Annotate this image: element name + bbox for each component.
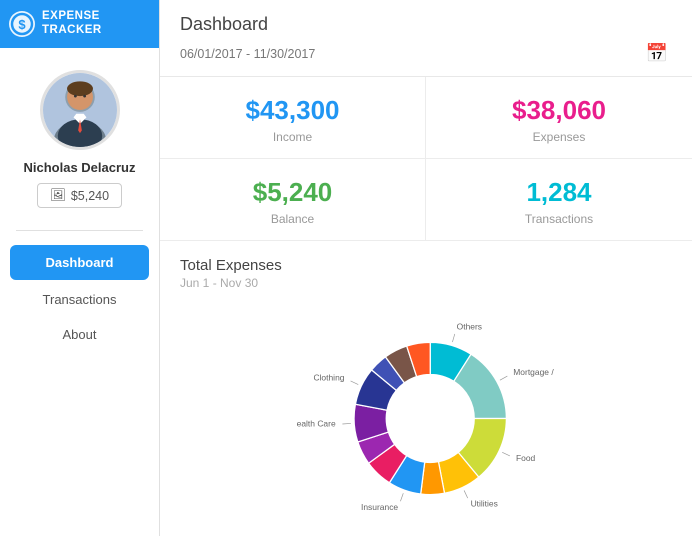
chart-title: Total Expenses xyxy=(180,257,672,274)
donut-chart-container: Others Mortgage / Rent Food Utilities Insura… xyxy=(180,300,672,520)
svg-text:Mortgage / Rent: Mortgage / Rent xyxy=(513,367,556,377)
main-content: Dashboard 06/01/2017 - 11/30/2017 📅 $43,… xyxy=(160,0,692,536)
expenses-value: $38,060 xyxy=(512,95,606,126)
income-card: $43,300 Income xyxy=(160,77,426,159)
balance-value: $5,240 xyxy=(253,177,333,208)
username: Nicholas Delacruz xyxy=(24,160,136,175)
sidebar-item-transactions[interactable]: Transactions xyxy=(0,282,159,317)
transactions-card: 1,284 Transactions xyxy=(426,159,692,240)
sidebar-item-dashboard[interactable]: Dashboard xyxy=(10,245,149,280)
nav-divider xyxy=(16,230,143,231)
chart-section: Total Expenses Jun 1 - Nov 30 Others Mort… xyxy=(160,241,692,536)
app-title: EXPENSE TRACKER xyxy=(42,10,151,38)
calendar-button[interactable]: 📅 xyxy=(642,41,672,66)
transactions-label: Transactions xyxy=(525,212,593,226)
page-title: Dashboard xyxy=(180,14,672,35)
svg-text:$: $ xyxy=(18,17,26,32)
svg-text:Food: Food xyxy=(516,453,536,463)
svg-text:Utilities: Utilities xyxy=(471,498,498,508)
user-avatar xyxy=(40,70,120,150)
balance-label: Balance xyxy=(271,212,314,226)
transactions-value: 1,284 xyxy=(526,177,591,208)
svg-text:Health Care: Health Care xyxy=(296,419,336,429)
sidebar-nav: Dashboard Transactions About xyxy=(0,243,159,352)
balance-button[interactable]: 🖼 $5,240 xyxy=(37,183,122,208)
svg-text:Insurance: Insurance xyxy=(361,502,398,512)
expenses-label: Expenses xyxy=(533,130,586,144)
sidebar-header: $ EXPENSE TRACKER xyxy=(0,0,159,48)
balance-card: $5,240 Balance xyxy=(160,159,426,240)
svg-text:Others: Others xyxy=(457,322,482,332)
wallet-icon: 🖼 xyxy=(50,188,66,203)
expenses-card: $38,060 Expenses xyxy=(426,77,692,159)
date-row: 06/01/2017 - 11/30/2017 📅 xyxy=(180,41,672,66)
donut-chart: Others Mortgage / Rent Food Utilities Insura… xyxy=(296,300,556,520)
sidebar: $ EXPENSE TRACKER Nicholas Delacruz 🖼 xyxy=(0,0,160,536)
svg-text:Clothing: Clothing xyxy=(313,372,344,382)
income-label: Income xyxy=(273,130,312,144)
date-range: 06/01/2017 - 11/30/2017 xyxy=(180,47,315,61)
sidebar-item-about[interactable]: About xyxy=(0,317,159,352)
chart-subtitle: Jun 1 - Nov 30 xyxy=(180,276,672,290)
main-header: Dashboard 06/01/2017 - 11/30/2017 📅 xyxy=(160,0,692,77)
income-value: $43,300 xyxy=(246,95,340,126)
balance-value: $5,240 xyxy=(71,189,109,203)
logo-icon: $ xyxy=(8,10,36,38)
stats-grid: $43,300 Income $38,060 Expenses $5,240 B… xyxy=(160,77,692,241)
